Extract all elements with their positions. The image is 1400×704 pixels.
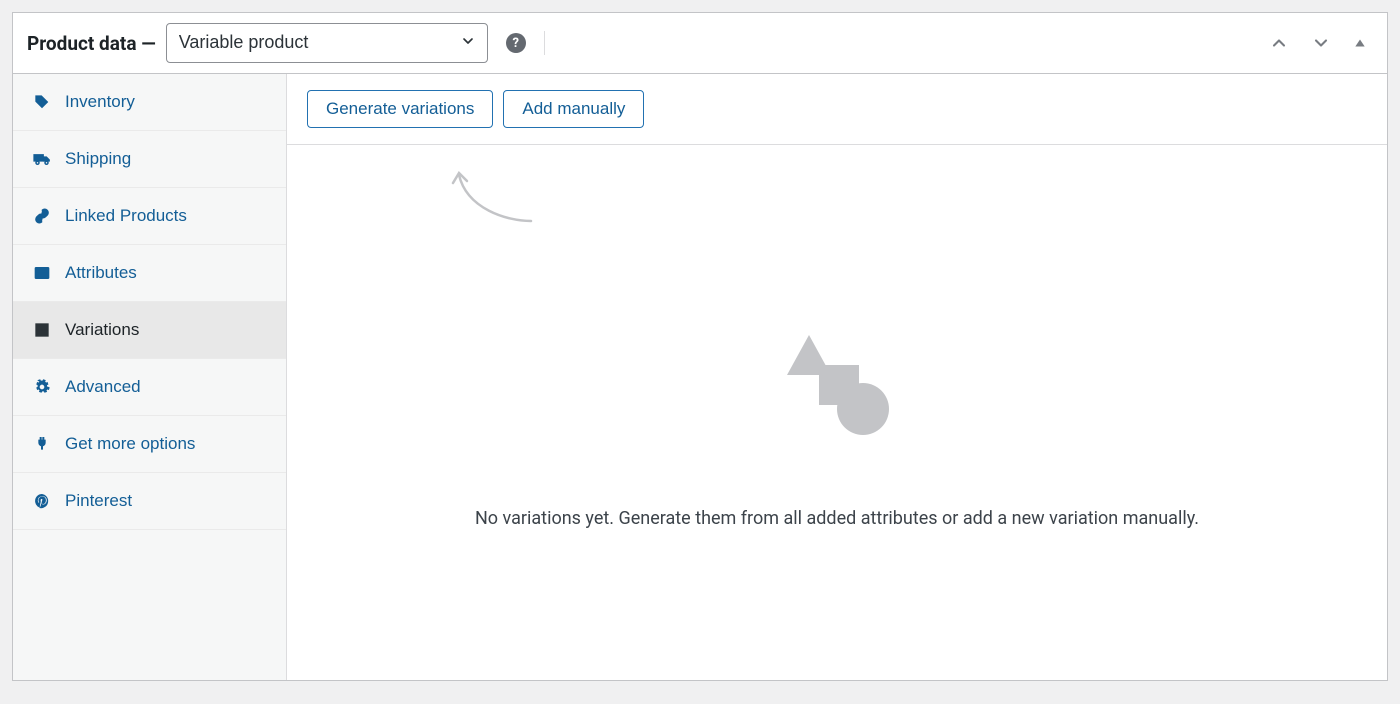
tab-label: Attributes (65, 263, 137, 283)
product-type-select-wrap: Variable product (166, 23, 488, 63)
tab-label: Get more options (65, 434, 195, 454)
tab-shipping[interactable]: Shipping (13, 131, 286, 188)
tab-inventory[interactable]: Inventory (13, 74, 286, 131)
product-data-panel: Product data — Variable product ? (12, 12, 1388, 681)
sidebar: Inventory Shipping Linked Products Attri… (13, 74, 287, 680)
add-manually-button[interactable]: Add manually (503, 90, 644, 128)
truck-icon (33, 150, 51, 168)
shapes-illustration-icon (777, 329, 897, 443)
move-down-icon[interactable] (1305, 29, 1337, 57)
collapse-toggle-icon[interactable] (1347, 32, 1373, 54)
grid-icon (33, 321, 51, 339)
arrow-hint-icon (447, 169, 537, 229)
product-type-select[interactable]: Variable product (166, 23, 488, 63)
generate-variations-button[interactable]: Generate variations (307, 90, 493, 128)
panel-body: Inventory Shipping Linked Products Attri… (13, 74, 1387, 680)
tab-label: Inventory (65, 92, 135, 112)
variations-content: Generate variations Add manually (287, 74, 1387, 680)
tab-label: Linked Products (65, 206, 187, 226)
panel-header: Product data — Variable product ? (13, 13, 1387, 74)
plug-icon (33, 435, 51, 453)
link-icon (33, 207, 51, 225)
list-icon (33, 264, 51, 282)
tab-linked-products[interactable]: Linked Products (13, 188, 286, 245)
tab-label: Variations (65, 320, 139, 340)
tab-get-more-options[interactable]: Get more options (13, 416, 286, 473)
tab-label: Advanced (65, 377, 141, 397)
tab-label: Pinterest (65, 491, 132, 511)
empty-state: No variations yet. Generate them from al… (287, 145, 1387, 680)
empty-state-message: No variations yet. Generate them from al… (475, 505, 1199, 533)
divider (544, 31, 545, 55)
tab-variations[interactable]: Variations (13, 302, 286, 359)
tab-label: Shipping (65, 149, 131, 169)
tab-advanced[interactable]: Advanced (13, 359, 286, 416)
pinterest-icon (33, 492, 51, 510)
help-icon[interactable]: ? (506, 33, 526, 53)
panel-title: Product data — (27, 32, 156, 55)
move-up-icon[interactable] (1263, 29, 1295, 57)
gear-icon (33, 378, 51, 396)
variations-toolbar: Generate variations Add manually (287, 74, 1387, 145)
tab-attributes[interactable]: Attributes (13, 245, 286, 302)
tag-icon (33, 93, 51, 111)
tab-pinterest[interactable]: Pinterest (13, 473, 286, 530)
